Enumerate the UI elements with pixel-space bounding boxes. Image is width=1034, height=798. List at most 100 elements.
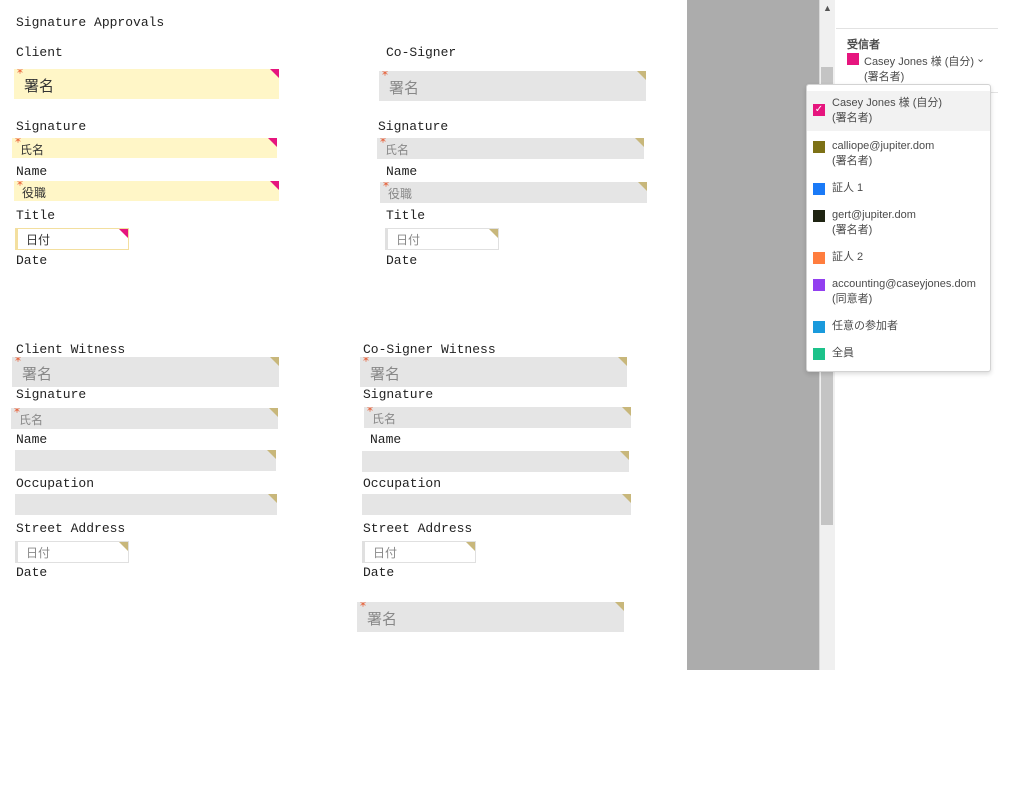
- field-placeholder: 署名: [389, 79, 420, 97]
- cosigner-witness-occupation-field[interactable]: [362, 451, 629, 472]
- client-witness-name-field[interactable]: * 氏名: [11, 408, 278, 429]
- field-corner-marker: [270, 181, 279, 190]
- recipient-option[interactable]: 証人 2: [807, 249, 990, 271]
- required-mark: *: [15, 357, 21, 368]
- field-placeholder: 署名: [370, 365, 401, 383]
- field-corner-marker: [267, 450, 276, 459]
- scroll-up-arrow-icon[interactable]: ▲: [820, 0, 835, 16]
- checkbox-check-icon: ✓: [813, 104, 825, 116]
- field-corner-marker: [489, 229, 498, 238]
- color-swatch-icon: [813, 348, 825, 360]
- recipient-option[interactable]: 全員: [807, 346, 990, 368]
- field-placeholder: 署名: [367, 610, 398, 628]
- field-placeholder: 氏名: [372, 412, 397, 426]
- chevron-down-icon[interactable]: ⌄: [976, 52, 985, 65]
- required-mark: *: [380, 138, 386, 149]
- cosigner-witness-name-field[interactable]: * 氏名: [364, 407, 631, 428]
- color-swatch-icon: [813, 183, 825, 195]
- field-corner-marker: [119, 542, 128, 551]
- recipient-option-name: Casey Jones 様 (自分): [832, 97, 943, 109]
- field-placeholder: 日付: [26, 546, 51, 560]
- client-witness-date-label: Date: [16, 565, 48, 580]
- required-mark: *: [17, 69, 23, 80]
- field-corner-marker: [620, 451, 629, 460]
- recipient-option-name: accounting@caseyjones.dom: [832, 278, 976, 290]
- selected-recipient-name[interactable]: Casey Jones 様 (自分): [864, 53, 974, 69]
- client-witness-street-address-label: Street Address: [16, 521, 126, 536]
- field-corner-marker: [622, 494, 631, 503]
- cosigner-witness-occupation-label: Occupation: [363, 476, 442, 491]
- cosigner-date-field[interactable]: 日付: [385, 228, 499, 250]
- divider: [836, 28, 998, 29]
- cosigner-name-field[interactable]: * 氏名: [377, 138, 644, 159]
- recipient-option[interactable]: calliope@jupiter.dom (署名者): [807, 135, 990, 173]
- field-corner-marker: [618, 357, 627, 366]
- color-swatch-icon: [813, 321, 825, 333]
- field-placeholder: 日付: [26, 233, 51, 247]
- cosigner-witness-date-field[interactable]: 日付: [362, 541, 476, 563]
- recipient-option-name: 証人 2: [832, 251, 864, 263]
- client-name-label: Name: [16, 164, 48, 179]
- client-witness-street-address-field[interactable]: [15, 494, 277, 515]
- recipient-option-name: 証人 1: [832, 182, 864, 194]
- client-witness-signature-field[interactable]: * 署名: [12, 357, 279, 387]
- client-date-field[interactable]: 日付: [15, 228, 129, 250]
- recipient-option-role: (同意者): [832, 293, 873, 305]
- cosigner-witness-street-address-field[interactable]: [362, 494, 631, 515]
- color-swatch-icon: [813, 210, 825, 222]
- field-placeholder: 署名: [24, 77, 55, 95]
- client-signature-field[interactable]: * 署名: [14, 69, 279, 99]
- field-placeholder: 役職: [22, 186, 47, 200]
- cosigner-witness-heading: Co-Signer Witness: [363, 342, 496, 357]
- recipient-option-role: (署名者): [832, 224, 873, 236]
- client-witness-occupation-label: Occupation: [16, 476, 95, 491]
- color-swatch-icon: [813, 252, 825, 264]
- field-placeholder: 役職: [388, 187, 413, 201]
- required-mark: *: [382, 71, 388, 82]
- cosigner-witness-signature-field[interactable]: * 署名: [360, 357, 627, 387]
- recipient-dropdown: ✓ Casey Jones 様 (自分) (署名者) calliope@jupi…: [806, 84, 991, 372]
- client-date-label: Date: [16, 253, 48, 268]
- field-corner-marker: [270, 357, 279, 366]
- required-mark: *: [360, 602, 366, 613]
- field-placeholder: 氏名: [385, 143, 410, 157]
- cosigner-witness-name-label: Name: [370, 432, 402, 447]
- extra-signature-field[interactable]: * 署名: [357, 602, 624, 632]
- recipient-option[interactable]: 証人 1: [807, 179, 990, 201]
- field-corner-marker: [622, 407, 631, 416]
- document-canvas: Signature Approvals Client * 署名 Signatur…: [0, 0, 687, 798]
- client-signature-label: Signature: [16, 119, 87, 134]
- field-corner-marker: [635, 138, 644, 147]
- client-title-label: Title: [16, 208, 56, 223]
- recipient-option-name: gert@jupiter.dom: [832, 209, 916, 221]
- cosigner-title-field[interactable]: * 役職: [380, 182, 647, 203]
- cosigner-witness-signature-label: Signature: [363, 387, 434, 402]
- field-placeholder: 氏名: [20, 143, 45, 157]
- field-placeholder: 署名: [22, 365, 53, 383]
- cosigner-title-label: Title: [386, 208, 426, 223]
- recipient-option[interactable]: ✓ Casey Jones 様 (自分) (署名者): [807, 91, 990, 131]
- color-swatch-icon: [813, 141, 825, 153]
- recipient-option-role: (署名者): [832, 155, 873, 167]
- selected-recipient-color-swatch: [847, 53, 859, 65]
- client-witness-name-label: Name: [16, 432, 48, 447]
- recipient-option-name: calliope@jupiter.dom: [832, 140, 935, 152]
- cosigner-signature-field[interactable]: * 署名: [379, 71, 646, 101]
- recipient-option[interactable]: accounting@caseyjones.dom (同意者): [807, 277, 990, 313]
- recipient-option[interactable]: gert@jupiter.dom (署名者): [807, 207, 990, 245]
- color-swatch-icon: [813, 279, 825, 291]
- cosigner-name-label: Name: [386, 164, 418, 179]
- client-title-field[interactable]: * 役職: [14, 181, 279, 201]
- client-witness-date-field[interactable]: 日付: [15, 541, 129, 563]
- selected-recipient-role: (署名者): [864, 71, 905, 83]
- client-witness-signature-label: Signature: [16, 387, 87, 402]
- recipient-option[interactable]: 任意の参加者: [807, 319, 990, 341]
- cosigner-signature-label: Signature: [378, 119, 449, 134]
- client-witness-occupation-field[interactable]: [15, 450, 276, 471]
- required-mark: *: [17, 181, 23, 192]
- page-gutter: [687, 0, 819, 670]
- cosigner-witness-date-label: Date: [363, 565, 395, 580]
- recipients-heading: 受信者: [847, 39, 880, 51]
- client-name-field[interactable]: * 氏名: [12, 138, 277, 158]
- required-mark: *: [15, 138, 21, 149]
